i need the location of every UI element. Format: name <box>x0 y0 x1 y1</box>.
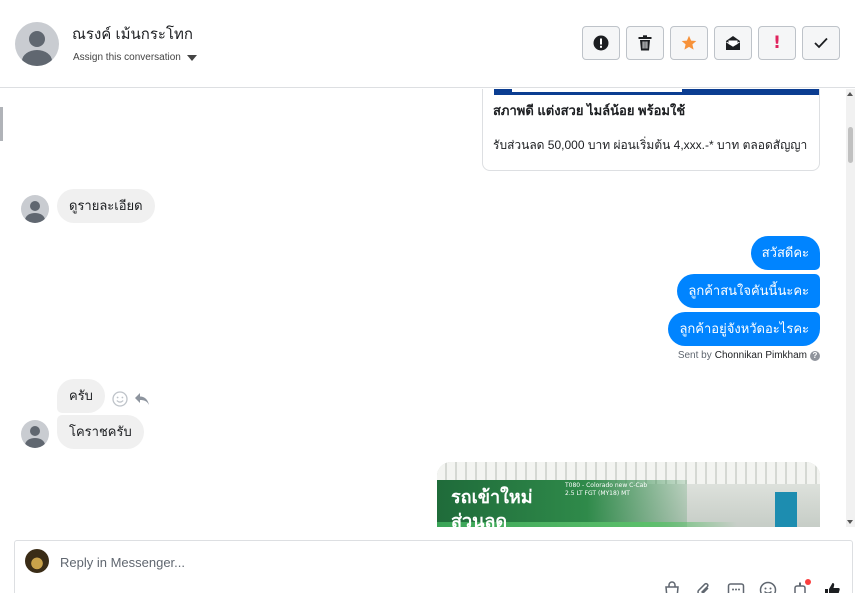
star-button[interactable] <box>670 26 708 60</box>
message-actions <box>112 391 150 407</box>
outgoing-message: สวัสดีคะ <box>750 236 820 270</box>
assign-label: Assign this conversation <box>73 52 181 63</box>
image-caption: T080 - Colorado new C-Cab 2.5 LT FGT (MY… <box>565 482 648 497</box>
image-subheadline: ส่วนลด <box>451 511 508 527</box>
bot-icon[interactable] <box>791 579 811 593</box>
customer-avatar <box>21 195 49 223</box>
emoji-react-icon[interactable] <box>112 391 128 407</box>
contact-name[interactable]: ณรงค์ เม้นกระโทก <box>72 22 193 46</box>
reply-composer <box>14 540 853 593</box>
conversation-header: ณรงค์ เม้นกระโทก Assign this conversatio… <box>0 0 855 88</box>
caret-down-icon <box>186 54 197 61</box>
scroll-down-arrow[interactable] <box>847 520 853 524</box>
checkmark-icon <box>814 37 828 49</box>
scrollbar-thumb[interactable] <box>848 127 853 163</box>
trash-icon <box>638 35 652 51</box>
scrollbar[interactable] <box>846 89 855 527</box>
outgoing-message: ลูกค้าสนใจคันนี้นะคะ <box>677 274 820 308</box>
delete-button[interactable] <box>626 26 664 60</box>
page-avatar <box>25 549 49 573</box>
envelope-open-icon <box>726 36 740 50</box>
spam-button[interactable] <box>582 26 620 60</box>
panel-edge <box>0 107 3 141</box>
incoming-message: ครับ <box>57 379 105 413</box>
message-thread[interactable]: สภาพดี แต่งสวย ไมล์น้อย พร้อมใช้ รับส่วน… <box>0 89 846 527</box>
reply-arrow-icon[interactable] <box>134 392 150 406</box>
mark-unread-button[interactable] <box>714 26 752 60</box>
action-toolbar: ! <box>582 26 840 60</box>
shopping-bag-icon[interactable] <box>663 581 681 593</box>
incoming-message: โคราชครับ <box>57 415 144 449</box>
incoming-message: ดูรายละเอียด <box>57 189 155 223</box>
ad-card[interactable]: สภาพดี แต่งสวย ไมล์น้อย พร้อมใช้ รับส่วน… <box>482 89 820 171</box>
done-button[interactable] <box>802 26 840 60</box>
emoji-icon[interactable] <box>759 581 777 593</box>
sent-by-prefix: Sent by <box>677 350 712 361</box>
important-button[interactable]: ! <box>758 26 796 60</box>
reply-input[interactable] <box>60 550 660 574</box>
ad-card-image <box>494 89 819 95</box>
customer-avatar <box>21 420 49 448</box>
scroll-up-arrow[interactable] <box>847 92 853 96</box>
outgoing-message: ลูกค้าอยู่จังหวัดอะไรคะ <box>668 312 820 346</box>
image-attachment[interactable]: รถเข้าใหม่ ส่วนลด T080 - Colorado new C-… <box>437 462 820 527</box>
thumbs-up-icon[interactable] <box>823 581 841 593</box>
composer-toolbar <box>663 579 841 593</box>
sent-by-label: Sent by Chonnikan Pimkham ? <box>678 350 820 361</box>
contact-avatar[interactable] <box>15 22 59 66</box>
alert-circle-icon <box>593 35 609 51</box>
assign-conversation-dropdown[interactable]: Assign this conversation <box>73 52 197 63</box>
sent-by-name: Chonnikan Pimkham <box>714 350 807 361</box>
star-icon <box>681 35 697 50</box>
ad-card-subtitle: รับส่วนลด 50,000 บาท ผ่อนเริ่มต้น 4,xxx.… <box>493 138 808 152</box>
ad-card-title: สภาพดี แต่งสวย ไมล์น้อย พร้อมใช้ <box>493 103 686 118</box>
notification-dot <box>805 579 811 585</box>
paperclip-icon[interactable] <box>695 581 713 593</box>
exclamation-icon: ! <box>773 33 781 53</box>
help-icon[interactable]: ? <box>810 350 820 361</box>
saved-reply-icon[interactable] <box>727 581 745 593</box>
